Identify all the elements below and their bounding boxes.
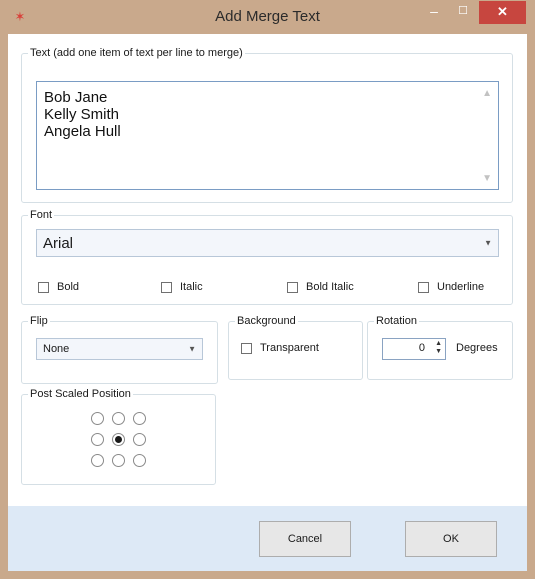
merge-text-line: Kelly Smith bbox=[44, 106, 120, 123]
position-bottom-center-radio[interactable] bbox=[112, 454, 125, 467]
close-button[interactable]: ✕ bbox=[479, 1, 526, 24]
text-group-label: Text (add one item of text per line to m… bbox=[30, 47, 243, 59]
chevron-down-icon: ▼ bbox=[188, 344, 196, 354]
rotation-group-label: Rotation bbox=[376, 315, 417, 327]
scroll-down-icon[interactable]: ▼ bbox=[482, 173, 492, 184]
position-bottom-right-radio[interactable] bbox=[133, 454, 146, 467]
dialog-body: Text (add one item of text per line to m… bbox=[8, 34, 527, 571]
dialog-window: ✶ Add Merge Text – ☐ ✕ Text (add one ite… bbox=[0, 0, 535, 579]
checkbox-box[interactable] bbox=[161, 281, 172, 293]
font-group-label: Font bbox=[30, 209, 53, 221]
maximize-button[interactable]: ☐ bbox=[449, 1, 477, 24]
spinner-arrows-icon[interactable]: ▲ ▼ bbox=[435, 340, 442, 356]
title-bar[interactable]: ✶ Add Merge Text – ☐ ✕ bbox=[0, 0, 535, 34]
position-middle-left-radio[interactable] bbox=[91, 433, 104, 446]
checkbox-box[interactable] bbox=[241, 342, 252, 354]
position-top-center-radio[interactable] bbox=[112, 412, 125, 425]
merge-text-line: Bob Jane bbox=[44, 89, 108, 106]
ok-button[interactable]: OK bbox=[405, 521, 497, 557]
checkbox-box[interactable] bbox=[38, 281, 49, 293]
merge-text-input[interactable]: Bob Jane Kelly Smith Angela Hull ▲ ▼ bbox=[36, 81, 499, 190]
bold-label: Bold bbox=[57, 281, 80, 293]
rotation-spinner[interactable]: 0 ▲ ▼ bbox=[382, 338, 446, 360]
position-middle-center-radio[interactable] bbox=[112, 433, 125, 446]
position-group: Post Scaled Position bbox=[21, 388, 216, 485]
flip-group-label: Flip bbox=[30, 315, 48, 327]
minimize-button[interactable]: – bbox=[420, 1, 448, 24]
scroll-up-icon[interactable]: ▲ bbox=[482, 88, 492, 99]
position-middle-right-radio[interactable] bbox=[133, 433, 146, 446]
bold-italic-label: Bold Italic bbox=[306, 281, 354, 293]
cancel-button[interactable]: Cancel bbox=[259, 521, 351, 557]
position-group-label: Post Scaled Position bbox=[30, 388, 131, 400]
bold-checkbox[interactable]: Bold bbox=[38, 281, 79, 293]
checkbox-box[interactable] bbox=[418, 281, 429, 293]
rotation-value: 0 bbox=[418, 342, 425, 354]
rotation-group: Rotation 0 ▲ ▼ Degrees bbox=[367, 315, 513, 380]
merge-text-line: Angela Hull bbox=[44, 123, 121, 140]
checkbox-box[interactable] bbox=[287, 281, 298, 293]
flip-group: Flip None ▼ bbox=[21, 315, 218, 384]
background-group: Background Transparent bbox=[228, 315, 363, 380]
chevron-down-icon: ▼ bbox=[484, 238, 492, 248]
underline-label: Underline bbox=[437, 281, 485, 293]
transparent-checkbox[interactable]: Transparent bbox=[241, 342, 319, 354]
position-bottom-left-radio[interactable] bbox=[91, 454, 104, 467]
underline-checkbox[interactable]: Underline bbox=[418, 281, 484, 293]
rotation-unit-label: Degrees bbox=[456, 342, 498, 354]
italic-label: Italic bbox=[180, 281, 203, 293]
italic-checkbox[interactable]: Italic bbox=[161, 281, 203, 293]
transparent-label: Transparent bbox=[260, 342, 319, 354]
bold-italic-checkbox[interactable]: Bold Italic bbox=[287, 281, 354, 293]
flip-select[interactable]: None ▼ bbox=[36, 338, 203, 360]
font-group: Font Arial ▼ Bold Italic Bold Italic Und… bbox=[21, 209, 513, 305]
font-select[interactable]: Arial ▼ bbox=[36, 229, 499, 257]
button-bar: Cancel OK bbox=[8, 506, 527, 571]
flip-select-value: None bbox=[43, 343, 70, 355]
text-group: Text (add one item of text per line to m… bbox=[21, 47, 513, 203]
font-select-value: Arial bbox=[43, 235, 74, 252]
background-group-label: Background bbox=[237, 315, 296, 327]
position-top-right-radio[interactable] bbox=[133, 412, 146, 425]
position-top-left-radio[interactable] bbox=[91, 412, 104, 425]
